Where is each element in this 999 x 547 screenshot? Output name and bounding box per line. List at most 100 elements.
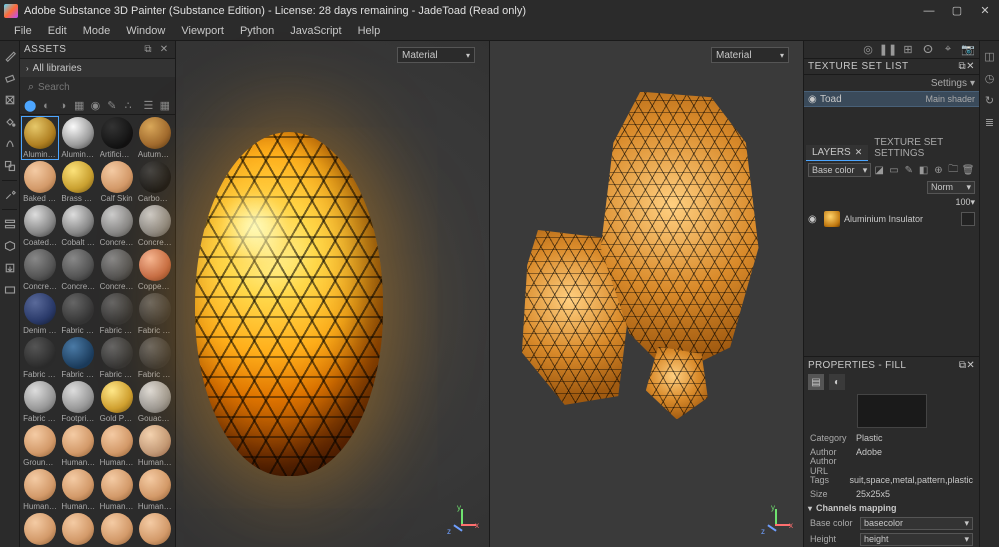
ts-close-icon[interactable]: ✕ — [966, 61, 975, 72]
material-cell[interactable]: Aluminium... — [60, 117, 96, 159]
filter-particles-icon[interactable]: ∴ — [122, 99, 134, 113]
material-cell[interactable]: Human Fa... — [99, 469, 135, 511]
assets-shelf-icon[interactable] — [1, 215, 19, 233]
menu-help[interactable]: Help — [350, 23, 389, 39]
projection-tool-icon[interactable] — [1, 91, 19, 109]
ts-settings-dropdown[interactable]: Settings ▾ — [931, 78, 975, 89]
substance-icon[interactable] — [1, 237, 19, 255]
blend-mode-dropdown[interactable]: Norm▾ — [927, 181, 975, 194]
render-icon[interactable]: ◎ — [861, 43, 875, 57]
filter-materials-icon[interactable]: ◐ — [40, 99, 52, 113]
camera-icon[interactable]: 📷 — [961, 43, 975, 57]
menu-javascript[interactable]: JavaScript — [282, 23, 349, 39]
menu-python[interactable]: Python — [232, 23, 282, 39]
material-cell[interactable]: Calf Skin — [99, 161, 135, 203]
menu-edit[interactable]: Edit — [40, 23, 75, 39]
material-cell[interactable]: Fabric Rou... — [60, 337, 96, 379]
material-cell[interactable]: Human He... — [137, 513, 173, 547]
eraser-tool-icon[interactable] — [1, 69, 19, 87]
maximize-button[interactable]: ▢ — [943, 0, 971, 21]
material-cell[interactable]: Brass Pure — [60, 161, 96, 203]
view-list-icon[interactable]: ☰ — [142, 99, 154, 113]
material-cell[interactable]: Human Ey... — [60, 469, 96, 511]
filter-brushes-icon[interactable]: ✎ — [106, 99, 118, 113]
material-cell[interactable]: Fabric Rou... — [99, 337, 135, 379]
display-settings-icon[interactable]: ⵙ — [921, 43, 935, 57]
material-cell[interactable]: Cobalt Pure — [60, 205, 96, 247]
menu-viewport[interactable]: Viewport — [173, 23, 232, 39]
material-cell[interactable]: Fabric Knit... — [22, 337, 58, 379]
material-cell[interactable]: Human He... — [60, 513, 96, 547]
material-cell[interactable]: Coated Me... — [22, 205, 58, 247]
material-cell[interactable]: Human Fe... — [137, 469, 173, 511]
channel-dropdown[interactable]: Base color▾ — [808, 163, 871, 177]
close-button[interactable]: ✕ — [971, 0, 999, 21]
viewport-2d[interactable]: Material ▾ yxz — [490, 41, 803, 547]
map-height-dropdown[interactable]: height▾ — [860, 533, 973, 546]
view-grid-icon[interactable]: ▦ — [159, 99, 171, 113]
material-cell[interactable]: Human He... — [99, 513, 135, 547]
filter-textures-icon[interactable]: ▦ — [73, 99, 85, 113]
pause-icon[interactable]: ❚❚ — [881, 43, 895, 57]
home-icon[interactable]: ◫ — [981, 47, 999, 65]
props-close-icon[interactable]: ✕ — [966, 360, 975, 371]
add-smart-mask-icon[interactable]: ⊕ — [932, 163, 946, 177]
material-cell[interactable]: Artificial La... — [99, 117, 135, 159]
clock-icon[interactable]: ◷ — [981, 69, 999, 87]
material-cell[interactable]: Human Ba... — [60, 425, 96, 467]
material-cell[interactable]: Fabric Ba... — [60, 293, 96, 335]
add-layer-icon[interactable]: ▭ — [887, 163, 901, 177]
material-cell[interactable]: Human Ba... — [99, 425, 135, 467]
filter-all-icon[interactable]: ⬤ — [24, 99, 36, 113]
props-tab-material-icon[interactable]: ◐ — [829, 374, 845, 390]
minimize-button[interactable]: — — [915, 0, 943, 21]
visibility-icon[interactable]: ◉ — [808, 94, 820, 105]
display-icon[interactable] — [1, 281, 19, 299]
perspective-icon[interactable]: ⊞ — [901, 43, 915, 57]
library-dropdown[interactable]: › All libraries — [20, 59, 175, 77]
map-basecolor-dropdown[interactable]: basecolor▾ — [860, 517, 973, 530]
layer-opacity-value[interactable]: 100 — [955, 197, 970, 207]
viewport-2d-dropdown[interactable]: Material ▾ — [711, 47, 789, 63]
material-cell[interactable]: Baked Lig... — [22, 161, 58, 203]
picker-tool-icon[interactable] — [1, 186, 19, 204]
menu-window[interactable]: Window — [118, 23, 173, 39]
clone-tool-icon[interactable] — [1, 157, 19, 175]
layer-mask-slot[interactable] — [961, 212, 975, 226]
material-cell[interactable]: Aluminium... — [22, 117, 58, 159]
tab-texture-set-settings[interactable]: TEXTURE SET SETTINGS — [868, 135, 977, 161]
material-cell[interactable]: Concrete S... — [60, 249, 96, 291]
ts-undock-icon[interactable]: ⧉ — [958, 61, 966, 72]
add-mask-icon[interactable]: ◧ — [917, 163, 931, 177]
filter-alphas-icon[interactable]: ◉ — [89, 99, 101, 113]
camera-reset-icon[interactable]: ⌖ — [941, 43, 955, 57]
add-fill-layer-icon[interactable]: ◪ — [872, 163, 886, 177]
material-cell[interactable]: Carbon Fiber — [137, 161, 173, 203]
material-cell[interactable]: Fabric Den... — [137, 293, 173, 335]
material-cell[interactable]: Fabric Soft... — [137, 337, 173, 379]
layer-name[interactable]: Aluminium Insulator — [844, 214, 958, 224]
assets-close-icon[interactable]: ✕ — [157, 43, 171, 57]
material-cell[interactable]: Concrete ... — [22, 249, 58, 291]
add-effect-icon[interactable]: ✎ — [902, 163, 916, 177]
brush-tool-icon[interactable] — [1, 47, 19, 65]
material-cell[interactable]: Fabric Ba... — [99, 293, 135, 335]
material-cell[interactable]: Human Ch... — [22, 469, 58, 511]
material-cell[interactable]: Gold Pure — [99, 381, 135, 423]
material-cell[interactable]: Concrete B... — [99, 205, 135, 247]
channels-mapping-section[interactable]: ▾Channels mapping — [804, 501, 979, 515]
material-cell[interactable]: Human Fe... — [22, 513, 58, 547]
fill-tool-icon[interactable] — [1, 113, 19, 131]
viewport-3d-dropdown[interactable]: Material ▾ — [397, 47, 475, 63]
filter-smart-icon[interactable]: ◑ — [57, 99, 69, 113]
material-cell[interactable]: Concrete S... — [99, 249, 135, 291]
props-tab-fill-icon[interactable]: ▤ — [808, 374, 824, 390]
menu-mode[interactable]: Mode — [75, 23, 119, 39]
log-icon[interactable]: ↻ — [981, 91, 999, 109]
tab-close-icon[interactable]: ✕ — [855, 147, 863, 157]
material-cell[interactable]: Copper Pure — [137, 249, 173, 291]
texture-set-row[interactable]: ◉ Toad Main shader — [804, 91, 979, 107]
layer-stack-icon[interactable]: ≣ — [981, 113, 999, 131]
material-cell[interactable]: Denim Rivet — [22, 293, 58, 335]
material-cell[interactable]: Ground Gr... — [22, 425, 58, 467]
